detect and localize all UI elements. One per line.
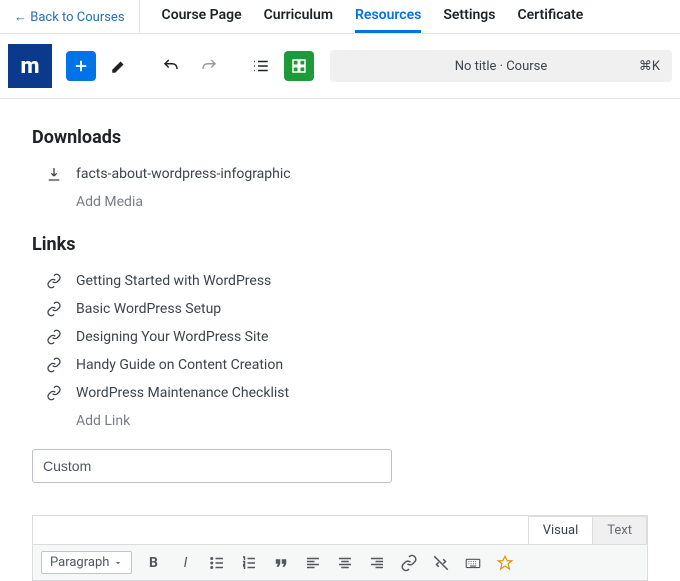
link-icon	[46, 273, 62, 289]
custom-section-input[interactable]	[32, 449, 392, 483]
rich-text-editor: Visual Text Paragraph B I	[32, 515, 648, 581]
link-icon	[46, 385, 62, 401]
link-item-label: Getting Started with WordPress	[76, 273, 271, 289]
bold-button[interactable]: B	[142, 552, 164, 574]
undo-button[interactable]	[156, 51, 186, 81]
tab-curriculum[interactable]: Curriculum	[264, 0, 333, 33]
brand-logo: m	[8, 44, 52, 88]
list-view-button[interactable]	[284, 51, 314, 81]
link-item-label: Basic WordPress Setup	[76, 301, 221, 317]
align-left-button[interactable]	[302, 552, 324, 574]
back-to-courses-link[interactable]: ← Back to Courses	[0, 0, 140, 33]
keyboard-button[interactable]	[462, 552, 484, 574]
link-icon	[46, 357, 62, 373]
link-icon	[46, 329, 62, 345]
downloads-heading: Downloads	[32, 127, 648, 148]
link-item[interactable]: Designing Your WordPress Site	[32, 323, 648, 351]
tab-resources[interactable]: Resources	[355, 0, 421, 33]
link-item[interactable]: Basic WordPress Setup	[32, 295, 648, 323]
numbered-list-button[interactable]	[238, 552, 260, 574]
link-item-label: WordPress Maintenance Checklist	[76, 385, 289, 401]
link-item[interactable]: Handy Guide on Content Creation	[32, 351, 648, 379]
link-item-label: Handy Guide on Content Creation	[76, 357, 283, 373]
editor-tab-text[interactable]: Text	[592, 516, 647, 544]
document-title-text: No title · Course	[455, 59, 548, 74]
format-dropdown[interactable]: Paragraph	[41, 551, 132, 574]
command-shortcut: ⌘K	[639, 59, 660, 74]
download-item-label: facts-about-wordpress-infographic	[76, 166, 291, 182]
italic-button[interactable]: I	[174, 552, 196, 574]
blockquote-button[interactable]	[270, 552, 292, 574]
tab-certificate[interactable]: Certificate	[517, 0, 583, 33]
add-link-button[interactable]: Add Link	[32, 407, 648, 435]
download-item[interactable]: facts-about-wordpress-infographic	[32, 160, 648, 188]
insert-link-button[interactable]	[398, 552, 420, 574]
tab-course-page[interactable]: Course Page	[162, 0, 242, 33]
edit-icon[interactable]	[104, 51, 134, 81]
link-item-label: Designing Your WordPress Site	[76, 329, 268, 345]
align-center-button[interactable]	[334, 552, 356, 574]
course-tabs: Course Page Curriculum Resources Setting…	[140, 0, 584, 33]
editor-tab-visual[interactable]: Visual	[528, 516, 594, 544]
links-heading: Links	[32, 234, 648, 255]
tab-settings[interactable]: Settings	[443, 0, 495, 33]
outline-icon[interactable]	[246, 51, 276, 81]
bullet-list-button[interactable]	[206, 552, 228, 574]
redo-button[interactable]	[194, 51, 224, 81]
link-item[interactable]: Getting Started with WordPress	[32, 267, 648, 295]
add-block-button[interactable]	[66, 51, 96, 81]
align-right-button[interactable]	[366, 552, 388, 574]
unlink-button[interactable]	[430, 552, 452, 574]
link-item[interactable]: WordPress Maintenance Checklist	[32, 379, 648, 407]
special-badge-icon[interactable]	[494, 552, 516, 574]
add-media-button[interactable]: Add Media	[32, 188, 648, 216]
link-icon	[46, 301, 62, 317]
download-icon	[46, 166, 62, 182]
document-title-bar[interactable]: No title · Course ⌘K	[330, 50, 672, 82]
chevron-down-icon	[113, 558, 123, 568]
